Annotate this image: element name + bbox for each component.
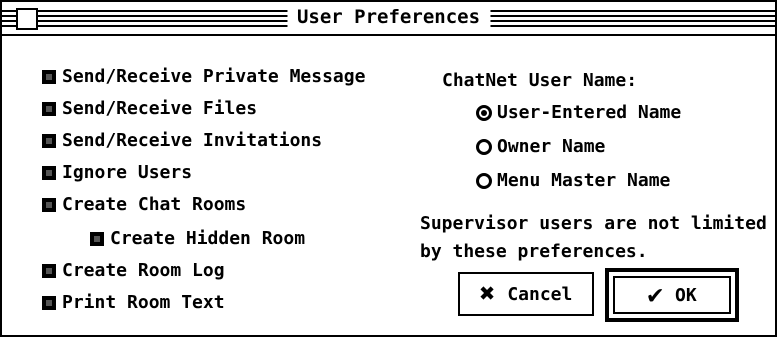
checkbox-icon: [42, 165, 56, 180]
checkbox-icon: [42, 69, 56, 84]
checkbox-label: Create Chat Rooms: [62, 194, 247, 215]
radio-icon: [476, 172, 492, 189]
username-group-label: ChatNet User Name:: [442, 70, 638, 91]
checkbox-icon: [42, 295, 56, 310]
checkmark-icon: ✔: [647, 280, 663, 310]
supervisor-note: Supervisor users are not limited by thes…: [420, 210, 767, 266]
radio-icon: [476, 138, 492, 155]
window-title: User Preferences: [286, 4, 491, 30]
checkbox-label: Create Hidden Room: [110, 228, 306, 249]
cancel-button-label: Cancel: [507, 283, 573, 305]
checkbox-icon: [42, 101, 56, 116]
checkbox-label: Ignore Users: [62, 162, 193, 183]
radio-user-entered-name[interactable]: User-Entered Name: [476, 102, 681, 123]
checkbox-label: Send/Receive Files: [62, 98, 258, 119]
checkbox-label: Send/Receive Private Message: [62, 66, 366, 87]
ok-button-label: OK: [674, 284, 697, 306]
cancel-button[interactable]: ✖ Cancel: [458, 272, 594, 316]
radio-label: User-Entered Name: [497, 102, 682, 123]
checkbox-label: Create Room Log: [62, 260, 225, 281]
radio-selected-icon: [476, 104, 492, 121]
checkbox-send-receive-private-message[interactable]: Send/Receive Private Message: [42, 66, 365, 87]
checkbox-create-chat-rooms[interactable]: Create Chat Rooms: [42, 194, 246, 215]
ok-button[interactable]: ✔ OK: [613, 276, 731, 314]
title-bar[interactable]: User Preferences: [2, 2, 775, 36]
checkbox-create-hidden-room[interactable]: Create Hidden Room: [90, 228, 305, 249]
checkbox-icon: [42, 197, 56, 212]
radio-menu-master-name[interactable]: Menu Master Name: [476, 170, 670, 191]
checkbox-send-receive-invitations[interactable]: Send/Receive Invitations: [42, 130, 322, 151]
ok-button-default-ring: ✔ OK: [605, 268, 739, 322]
checkbox-icon: [42, 133, 56, 148]
checkbox-label: Print Room Text: [62, 292, 225, 313]
checkbox-icon: [42, 263, 56, 278]
preferences-window: User Preferences Send/Receive Private Me…: [0, 0, 777, 337]
note-line-2: by these preferences.: [420, 241, 648, 262]
x-icon: ✖: [479, 279, 496, 309]
checkbox-print-room-text[interactable]: Print Room Text: [42, 292, 225, 313]
close-box[interactable]: [16, 8, 38, 30]
checkbox-icon: [90, 231, 104, 246]
checkbox-label: Send/Receive Invitations: [62, 130, 323, 151]
radio-owner-name[interactable]: Owner Name: [476, 136, 605, 157]
note-line-1: Supervisor users are not limited: [420, 213, 767, 234]
checkbox-create-room-log[interactable]: Create Room Log: [42, 260, 225, 281]
checkbox-ignore-users[interactable]: Ignore Users: [42, 162, 192, 183]
checkbox-send-receive-files[interactable]: Send/Receive Files: [42, 98, 257, 119]
radio-label: Owner Name: [497, 136, 606, 157]
radio-label: Menu Master Name: [497, 170, 671, 191]
